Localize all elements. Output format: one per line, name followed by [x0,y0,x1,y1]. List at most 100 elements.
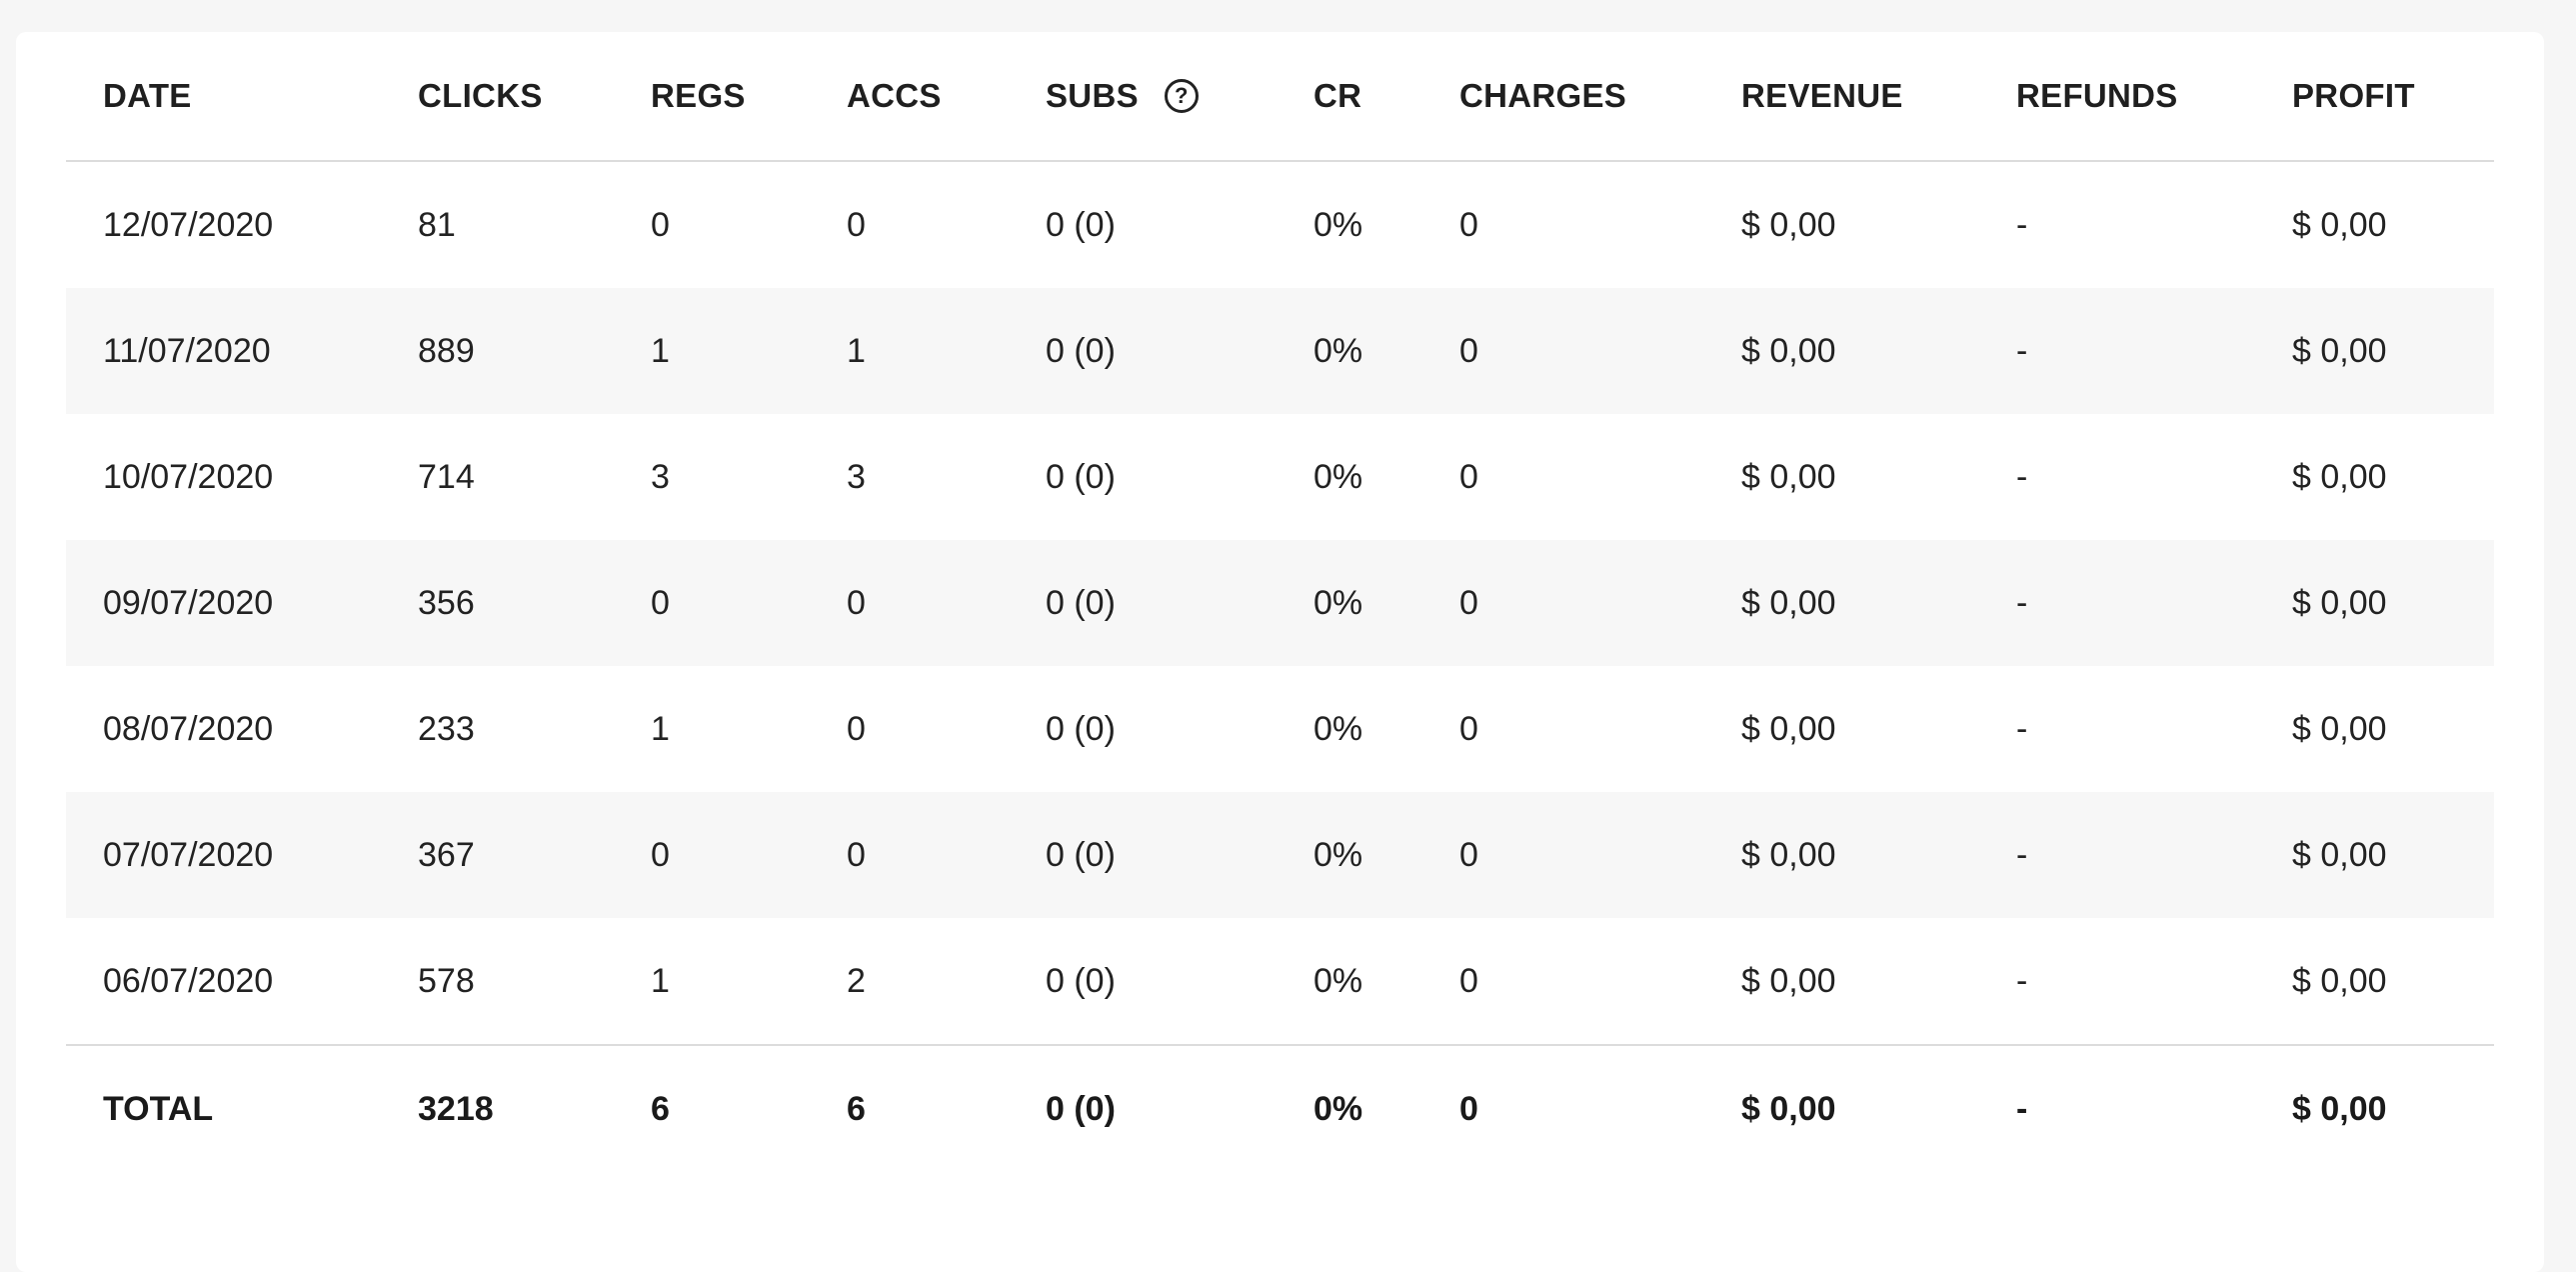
cell-revenue: $ 0,00 [1741,961,1836,1000]
cell-accs: 0 [847,709,866,748]
cell-regs: 1 [651,961,670,1000]
cell-date: 07/07/2020 [103,835,274,874]
table-row: 12/07/2020 81 0 0 0 (0) 0% 0 $ 0,00 - $ 0,00 [66,162,2494,288]
cell-charges: 0 [1459,709,1478,748]
cell-refunds: - [2016,709,2028,748]
cell-regs: 0 [651,205,670,244]
cell-clicks: 714 [418,457,475,496]
header-date[interactable]: DATE [66,77,418,115]
cell-profit: $ 0,00 [2292,457,2387,496]
cell-charges: 0 [1459,583,1478,622]
header-clicks[interactable]: CLICKS [418,77,651,115]
cell-charges: 0 [1459,331,1478,370]
cell-charges: 0 [1459,961,1478,1000]
cell-profit: $ 0,00 [2292,835,2387,874]
cell-revenue: $ 0,00 [1741,205,1836,244]
cell-regs: 3 [651,457,670,496]
cell-clicks: 889 [418,331,475,370]
total-refunds: - [2016,1089,2028,1128]
cell-clicks: 367 [418,835,475,874]
table-body: 12/07/2020 81 0 0 0 (0) 0% 0 $ 0,00- $ 0,00 11/07… [66,162,2494,1044]
cell-profit: $ 0,00 [2292,961,2387,1000]
total-revenue: $ 0,00 [1741,1089,1836,1128]
cell-refunds: - [2016,205,2028,244]
cell-revenue: $ 0,00 [1741,331,1836,370]
total-accs: 6 [847,1089,866,1128]
cell-revenue: $ 0,00 [1741,457,1836,496]
total-clicks: 3218 [418,1089,494,1128]
header-regs[interactable]: REGS [651,77,847,115]
cell-profit: $ 0,00 [2292,331,2387,370]
total-label: TOTAL [103,1089,214,1128]
cell-profit: $ 0,00 [2292,709,2387,748]
cell-clicks: 356 [418,583,475,622]
cell-charges: 0 [1459,457,1478,496]
table-row: 08/07/2020 233 1 0 0 (0) 0% 0 $ 0,00 - $ 0,00 [66,666,2494,792]
cell-regs: 1 [651,331,670,370]
total-subs: 0 (0) [1046,1089,1116,1128]
cell-subs: 0 (0) [1046,457,1116,496]
header-refunds[interactable]: REFUNDS [2016,77,2292,115]
cell-regs: 0 [651,583,670,622]
cell-charges: 0 [1459,205,1478,244]
table-row: 11/07/2020 889 1 1 0 (0) 0% 0 $ 0,00 - $ 0,00 [66,288,2494,414]
cell-refunds: - [2016,331,2028,370]
cell-regs: 1 [651,709,670,748]
cell-cr: 0% [1313,709,1363,748]
cell-accs: 0 [847,205,866,244]
cell-refunds: - [2016,583,2028,622]
table-row: 07/07/2020 367 0 0 0 (0) 0% 0 $ 0,00 - $ 0,00 [66,792,2494,918]
header-accs[interactable]: ACCS [847,77,1046,115]
cell-subs: 0 (0) [1046,709,1116,748]
stats-card: DATE CLICKS REGS ACCS SUBS ? CR CHARGES … [16,32,2544,1272]
cell-profit: $ 0,00 [2292,205,2387,244]
cell-refunds: - [2016,835,2028,874]
cell-revenue: $ 0,00 [1741,835,1836,874]
total-charges: 0 [1459,1089,1478,1128]
table-header-row: DATE CLICKS REGS ACCS SUBS ? CR CHARGES … [66,32,2494,162]
cell-refunds: - [2016,961,2028,1000]
header-subs-label: SUBS [1046,77,1139,114]
table-row: 09/07/2020 356 0 0 0 (0) 0% 0 $ 0,00 - $ 0,00 [66,540,2494,666]
cell-accs: 0 [847,835,866,874]
header-cr[interactable]: CR [1313,77,1459,115]
question-circle-icon[interactable]: ? [1164,79,1199,113]
cell-accs: 3 [847,457,866,496]
cell-date: 11/07/2020 [103,331,271,370]
cell-revenue: $ 0,00 [1741,709,1836,748]
cell-refunds: - [2016,457,2028,496]
cell-date: 06/07/2020 [103,961,274,1000]
cell-date: 12/07/2020 [103,205,274,244]
cell-subs: 0 (0) [1046,331,1116,370]
total-regs: 6 [651,1089,670,1128]
cell-regs: 0 [651,835,670,874]
cell-clicks: 578 [418,961,475,1000]
cell-profit: $ 0,00 [2292,583,2387,622]
cell-accs: 0 [847,583,866,622]
stats-table: DATE CLICKS REGS ACCS SUBS ? CR CHARGES … [66,77,2494,1172]
header-charges[interactable]: CHARGES [1459,77,1741,115]
header-profit[interactable]: PROFIT [2292,77,2492,115]
table-total-row: TOTAL 3218 6 6 0 (0) 0% 0 $ 0,00 - $ 0,0… [66,1044,2494,1172]
cell-clicks: 81 [418,205,456,244]
cell-subs: 0 (0) [1046,835,1116,874]
cell-cr: 0% [1313,583,1363,622]
cell-date: 10/07/2020 [103,457,274,496]
cell-subs: 0 (0) [1046,205,1116,244]
table-row: 10/07/2020 714 3 3 0 (0) 0% 0 $ 0,00 - $ 0,00 [66,414,2494,540]
total-cr: 0% [1313,1089,1363,1128]
header-subs[interactable]: SUBS ? [1046,77,1313,115]
cell-revenue: $ 0,00 [1741,583,1836,622]
cell-cr: 0% [1313,331,1363,370]
cell-cr: 0% [1313,835,1363,874]
cell-accs: 1 [847,331,866,370]
cell-subs: 0 (0) [1046,583,1116,622]
cell-clicks: 233 [418,709,475,748]
cell-cr: 0% [1313,457,1363,496]
cell-accs: 2 [847,961,866,1000]
cell-subs: 0 (0) [1046,961,1116,1000]
header-revenue[interactable]: REVENUE [1741,77,2016,115]
cell-cr: 0% [1313,961,1363,1000]
cell-cr: 0% [1313,205,1363,244]
table-row: 06/07/2020 578 1 2 0 (0) 0% 0 $ 0,00 - $ 0,00 [66,918,2494,1044]
